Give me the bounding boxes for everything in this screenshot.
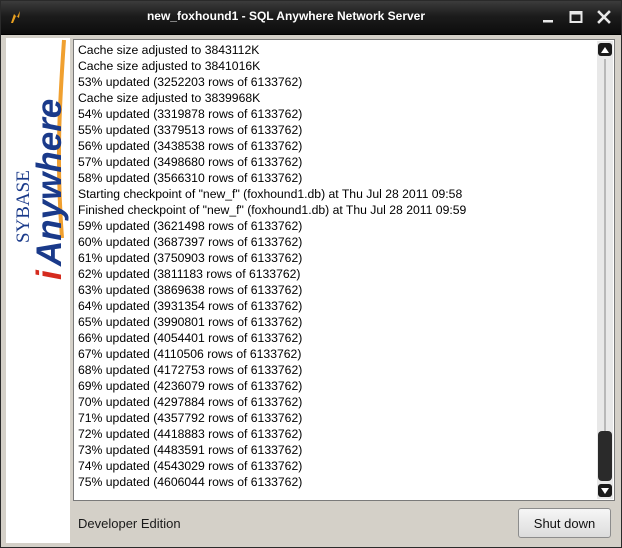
log-line: Starting checkpoint of "new_f" (foxhound… (78, 187, 463, 201)
close-icon (597, 10, 611, 24)
maximize-button[interactable] (565, 7, 587, 27)
log-line: 61% updated (3750903 rows of 6133762) (78, 251, 303, 265)
log-line: 70% updated (4297884 rows of 6133762) (78, 395, 303, 409)
log-line: 64% updated (3931354 rows of 6133762) (78, 299, 303, 313)
log-line: 66% updated (4054401 rows of 6133762) (78, 331, 303, 345)
window-title: new_foxhound1 - SQL Anywhere Network Ser… (146, 9, 426, 23)
title-bar[interactable]: new_foxhound1 - SQL Anywhere Network Ser… (1, 1, 621, 35)
edition-label: Developer Edition (78, 516, 181, 531)
maximize-icon (569, 11, 583, 23)
log-line: 75% updated (4606044 rows of 6133762) (78, 475, 303, 489)
vertical-scrollbar[interactable] (597, 41, 613, 499)
log-line: Cache size adjusted to 3843112K (78, 43, 260, 57)
scroll-thumb[interactable] (598, 431, 612, 481)
log-line: 53% updated (3252203 rows of 6133762) (78, 75, 303, 89)
scroll-up-button[interactable] (598, 43, 612, 56)
log-line: 58% updated (3566310 rows of 6133762) (78, 171, 303, 185)
log-line: 54% updated (3319878 rows of 6133762) (78, 107, 303, 121)
log-line: 73% updated (4483591 rows of 6133762) (78, 443, 303, 457)
scroll-down-button[interactable] (598, 484, 612, 497)
scroll-up-icon (601, 46, 609, 53)
minimize-icon (543, 20, 553, 23)
log-line: 55% updated (3379513 rows of 6133762) (78, 123, 303, 137)
logo-product-text: Anywhere (30, 99, 69, 267)
minimize-button[interactable] (537, 7, 559, 27)
logo-product-prefix: i (30, 269, 69, 280)
scroll-down-icon (601, 487, 609, 494)
log-line: 69% updated (4236079 rows of 6133762) (78, 379, 303, 393)
server-window: new_foxhound1 - SQL Anywhere Network Ser… (0, 0, 622, 548)
log-line: 74% updated (4543029 rows of 6133762) (78, 459, 303, 473)
window-content: SYBASE i Anywhere Cache size adjusted to… (2, 35, 620, 546)
log-line: 68% updated (4172753 rows of 6133762) (78, 363, 303, 377)
scroll-track[interactable] (604, 59, 606, 479)
log-line: 72% updated (4418883 rows of 6133762) (78, 427, 303, 441)
log-line: 56% updated (3438538 rows of 6133762) (78, 139, 303, 153)
log-line: 57% updated (3498680 rows of 6133762) (78, 155, 303, 169)
log-line: 65% updated (3990801 rows of 6133762) (78, 315, 303, 329)
close-button[interactable] (593, 7, 615, 27)
log-line: 71% updated (4357792 rows of 6133762) (78, 411, 303, 425)
log-line: 63% updated (3869638 rows of 6133762) (78, 283, 303, 297)
app-icon[interactable] (8, 9, 24, 25)
log-line: 60% updated (3687397 rows of 6133762) (78, 235, 303, 249)
log-line: Cache size adjusted to 3839968K (78, 91, 261, 105)
log-lines: Cache size adjusted to 3843112K Cache siz… (78, 42, 593, 497)
shutdown-button[interactable]: Shut down (518, 508, 611, 538)
log-line: 67% updated (4110506 rows of 6133762) (78, 347, 302, 361)
log-line: 62% updated (3811183 rows of 6133762) (78, 267, 301, 281)
log-line: 59% updated (3621498 rows of 6133762) (78, 219, 303, 233)
log-line: Cache size adjusted to 3841016K (78, 59, 261, 73)
log-line: Finished checkpoint of "new_f" (foxhound… (78, 203, 467, 217)
server-messages-log[interactable]: Cache size adjusted to 3843112K Cache siz… (73, 39, 615, 501)
sybase-ianywhere-logo: SYBASE i Anywhere (6, 38, 70, 543)
